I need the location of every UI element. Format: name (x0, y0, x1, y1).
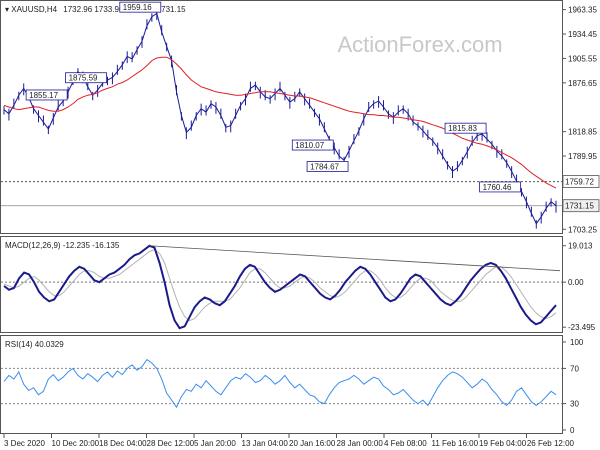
macd-tick-label: 19.013 (568, 242, 593, 251)
time-tick-label: 10 Dec 20:00 (52, 439, 100, 448)
swing-label-text: 1855.17 (29, 91, 58, 100)
macd-tick-label: -23.495 (568, 323, 596, 332)
time-tick-label: 4 Feb 08:00 (384, 439, 427, 448)
symbol-label: XAUUSD,H4 (11, 5, 57, 14)
swing-label-text: 1784.67 (310, 163, 339, 172)
macd-title: MACD(12,26,9) -12.235 -16.135 (5, 241, 120, 250)
rsi-axis: 100 70 30 0 (562, 338, 584, 435)
time-tick-label: 3 Dec 2020 (4, 439, 45, 448)
rsi-tick-label: 0 (570, 426, 575, 435)
watermark: ActionForex.com (337, 32, 502, 57)
time-tick-label: 20 Jan 16:00 (289, 439, 336, 448)
swing-label: 1784.67 (306, 161, 349, 172)
rsi-title: RSI(14) 40.0329 (5, 340, 64, 349)
time-axis: 3 Dec 2020 10 Dec 20:00 18 Dec 04:00 28 Dec… (3, 434, 575, 448)
price-tick-label: 1818.85 (568, 128, 597, 137)
xauusd-chart: ▾ XAUUSD,H4 1732.96 1733.96 1731.00 1731… (0, 0, 600, 448)
price-tag-text: 1759.72 (565, 178, 594, 187)
time-tick-label: 5 Jan 20:00 (194, 439, 236, 448)
price-tick-label: 1703.25 (568, 225, 597, 234)
swing-label: 1855.17 (25, 89, 68, 101)
price-tag: 1731.15 (562, 199, 600, 213)
rsi-tick-label: 100 (570, 338, 584, 347)
price-axis: 1963.35 1934.45 1905.55 1876.65 1818.85 1789.… (562, 6, 600, 234)
time-tick-label: 28 Dec 12:00 (147, 439, 195, 448)
price-tag: 1759.72 (562, 175, 600, 188)
rsi-tick-label: 30 (570, 400, 579, 409)
swing-label-text: 1875.59 (69, 74, 98, 83)
macd-axis: 19.013 0.00 -23.495 (562, 242, 596, 332)
swing-label: 1760.46 (479, 181, 521, 193)
price-tick-label: 1905.55 (568, 54, 597, 63)
swing-label: 1875.59 (65, 72, 107, 84)
swing-label-text: 1959.16 (123, 3, 152, 12)
swing-label-text: 1760.46 (483, 183, 512, 192)
time-tick-label: 11 Feb 16:00 (432, 439, 479, 448)
rsi-tick-label: 70 (570, 364, 579, 373)
time-tick-label: 13 Jan 04:00 (242, 439, 289, 448)
macd-panel-frame (0, 236, 563, 333)
price-tick-label: 1876.65 (568, 79, 597, 88)
time-tick-label: 26 Feb 12:00 (527, 439, 575, 448)
price-tick-label: 1789.95 (568, 152, 597, 161)
price-tick-label: 1963.35 (568, 6, 597, 15)
time-tick-label: 28 Jan 00:00 (337, 439, 384, 448)
rsi-panel-frame (0, 335, 563, 434)
swing-label: 1810.07 (291, 139, 334, 151)
macd-tick-label: 0.00 (568, 278, 584, 287)
time-tick-label: 18 Dec 04:00 (99, 439, 147, 448)
swing-label: 1815.83 (444, 122, 487, 134)
swing-label-text: 1810.07 (295, 141, 324, 150)
price-tick-label: 1934.45 (568, 30, 597, 39)
swing-label-text: 1815.83 (448, 124, 477, 133)
time-tick-label: 19 Feb 04:00 (479, 439, 527, 448)
swing-label: 1959.16 (119, 1, 162, 13)
price-tag-text: 1731.15 (565, 202, 594, 211)
